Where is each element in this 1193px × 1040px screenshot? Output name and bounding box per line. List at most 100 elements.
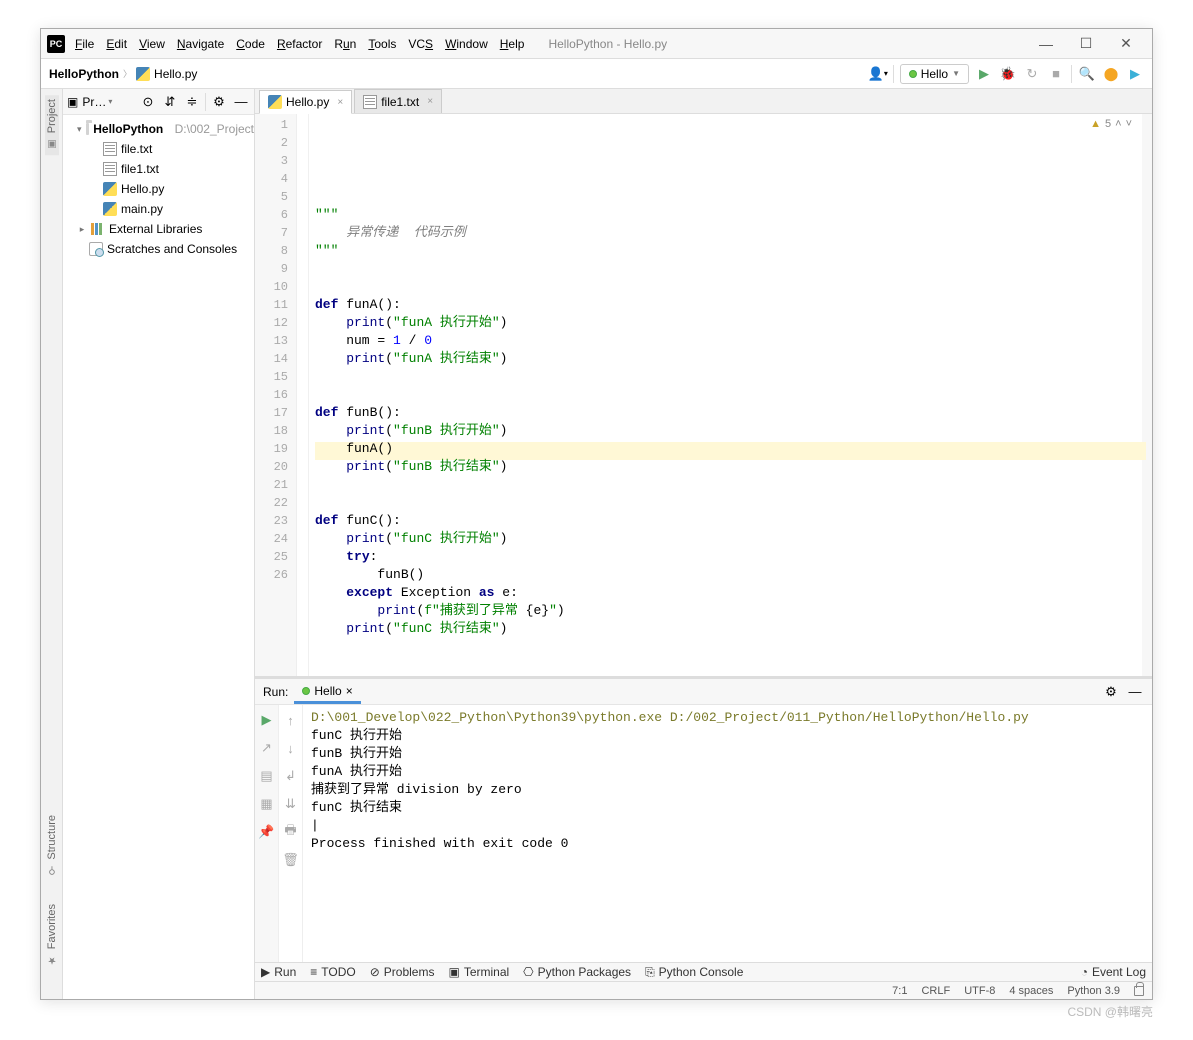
tab-file1-txt[interactable]: file1.txt× xyxy=(354,89,442,113)
bottom-tab-todo[interactable]: ≡TODO xyxy=(310,965,355,979)
tree-item-file-txt[interactable]: file.txt xyxy=(63,139,254,159)
menu-view[interactable]: View xyxy=(139,37,165,51)
tree-scratches[interactable]: Scratches and Consoles xyxy=(63,239,254,259)
text-file-icon xyxy=(103,142,117,156)
menu-vcs[interactable]: VCS xyxy=(408,37,433,51)
python-file-icon xyxy=(268,95,282,109)
pin-icon[interactable]: 📌 xyxy=(258,823,276,841)
folder-icon xyxy=(86,123,90,135)
breadcrumb-file[interactable]: Hello.py xyxy=(154,67,197,81)
encoding[interactable]: UTF-8 xyxy=(964,985,995,997)
breadcrumb[interactable]: HelloPython 〉 Hello.py xyxy=(49,67,197,81)
scratches-icon xyxy=(89,242,103,256)
close-tab-icon[interactable]: × xyxy=(337,97,343,108)
layout2-icon[interactable]: ▦ xyxy=(258,795,276,813)
inspections-widget[interactable]: ▲ 5 ˄ ˅ xyxy=(1090,118,1132,130)
bottom-tab-python-packages[interactable]: ⎔Python Packages xyxy=(523,965,631,979)
softwrap-icon[interactable]: ↲ xyxy=(282,767,300,785)
breadcrumb-project[interactable]: HelloPython xyxy=(49,67,119,81)
gear-icon[interactable]: ⚙ xyxy=(210,93,228,111)
todo-icon: ≡ xyxy=(310,965,317,979)
close-tab-icon[interactable]: × xyxy=(346,684,353,698)
project-panel-header: ▣ Pr…▾ ⊙ ⇵ ≑ ⚙ — xyxy=(63,89,254,115)
menu-edit[interactable]: Edit xyxy=(106,37,127,51)
bottom-tab-terminal[interactable]: ▣Terminal xyxy=(448,965,509,979)
expand-icon[interactable]: ⇵ xyxy=(161,93,179,111)
rerun-button[interactable]: ▶ xyxy=(258,711,276,729)
menu-code[interactable]: Code xyxy=(236,37,265,51)
bottom-tab-python-console[interactable]: ⎘Python Console xyxy=(645,965,743,980)
green-dot-icon xyxy=(909,70,917,78)
coverage-button[interactable]: ↻ xyxy=(1023,65,1041,83)
interpreter[interactable]: Python 3.9 xyxy=(1067,985,1120,997)
minimize-button[interactable]: — xyxy=(1026,30,1066,58)
lock-icon[interactable] xyxy=(1134,986,1144,996)
watermark: CSDN @韩曙亮 xyxy=(1067,1003,1153,1020)
menu-file[interactable]: File xyxy=(75,37,94,51)
close-button[interactable]: ✕ xyxy=(1106,30,1146,58)
scroll-icon[interactable]: ⇊ xyxy=(282,795,300,813)
caret-position[interactable]: 7:1 xyxy=(892,985,907,997)
layout-icon[interactable]: ▤ xyxy=(258,767,276,785)
code-content[interactable]: """ 异常传递 代码示例"""def funA(): print("funA … xyxy=(309,114,1152,676)
rail-tab-structure[interactable]: ⚲Structure xyxy=(45,811,59,882)
down-icon[interactable]: ↓ xyxy=(282,739,300,757)
status-bar: 7:1 CRLF UTF-8 4 spaces Python 3.9 xyxy=(255,981,1152,999)
tab-hello-py[interactable]: Hello.py× xyxy=(259,90,352,114)
problems-icon: ⊘ xyxy=(370,965,380,979)
menu-navigate[interactable]: Navigate xyxy=(177,37,224,51)
locate-icon[interactable]: ⊙ xyxy=(139,93,157,111)
search-icon[interactable]: 🔍 xyxy=(1078,65,1096,83)
menu-refactor[interactable]: Refactor xyxy=(277,37,322,51)
project-panel-label[interactable]: Pr…▾ xyxy=(82,95,112,109)
hide-panel-icon[interactable]: — xyxy=(1126,683,1144,701)
editor-tabs: Hello.py× file1.txt× xyxy=(255,89,1152,114)
console-output[interactable]: D:\001_Develop\022_Python\Python39\pytho… xyxy=(303,705,1152,962)
tree-item-file1-txt[interactable]: file1.txt xyxy=(63,159,254,179)
separator xyxy=(205,93,206,111)
app-logo-icon: PC xyxy=(47,35,65,53)
indent[interactable]: 4 spaces xyxy=(1009,985,1053,997)
tree-external-libs[interactable]: ▸ External Libraries xyxy=(63,219,254,239)
debug-button[interactable]: 🐞 xyxy=(999,65,1017,83)
project-icon: ▣ xyxy=(45,137,59,151)
tree-item-main-py[interactable]: main.py xyxy=(63,199,254,219)
run-anything-icon[interactable]: ▶ xyxy=(1126,65,1144,83)
rail-tab-favorites[interactable]: ★Favorites xyxy=(45,900,59,971)
chevron-down-icon[interactable]: ˅ xyxy=(1126,118,1132,130)
line-ending[interactable]: CRLF xyxy=(921,985,950,997)
structure-icon: ⚲ xyxy=(45,864,59,878)
collapse-icon[interactable]: ≑ xyxy=(183,93,201,111)
up-icon[interactable]: ↑ xyxy=(282,711,300,729)
menu-help[interactable]: Help xyxy=(500,37,525,51)
bottom-tab-problems[interactable]: ⊘Problems xyxy=(370,965,435,979)
hide-panel-icon[interactable]: — xyxy=(232,93,250,111)
bottom-tab-event-log[interactable]: ◔Event Log xyxy=(1081,965,1146,979)
expand-toggle-icon[interactable]: ▾ xyxy=(77,124,82,135)
stop-button[interactable]: ↗ xyxy=(258,739,276,757)
trash-icon[interactable]: 🗑 xyxy=(282,851,300,869)
expand-toggle-icon[interactable]: ▸ xyxy=(77,224,87,235)
bottom-tab-run[interactable]: ▶Run xyxy=(261,965,296,979)
menu-tools[interactable]: Tools xyxy=(368,37,396,51)
menu-window[interactable]: Window xyxy=(445,37,488,51)
fold-column xyxy=(297,114,309,676)
code-editor[interactable]: 1234567891011121314151617181920212223242… xyxy=(255,114,1152,676)
tree-root[interactable]: ▾ HelloPython D:\002_Project xyxy=(63,119,254,139)
print-icon[interactable]: 🖶 xyxy=(282,823,300,841)
run-tab-hello[interactable]: Hello× xyxy=(294,680,360,704)
gear-icon[interactable]: ⚙ xyxy=(1102,683,1120,701)
update-icon[interactable]: ⬤ xyxy=(1102,65,1120,83)
chevron-down-icon: ▾ xyxy=(108,97,112,106)
run-config-dropdown[interactable]: Hello ▼ xyxy=(900,64,969,84)
menubar: File Edit View Navigate Code Refactor Ru… xyxy=(75,37,524,51)
menu-run[interactable]: Run xyxy=(334,37,356,51)
close-tab-icon[interactable]: × xyxy=(427,96,433,107)
user-icon[interactable]: 👤▾ xyxy=(869,65,887,83)
run-button[interactable]: ▶ xyxy=(975,65,993,83)
tree-item-hello-py[interactable]: Hello.py xyxy=(63,179,254,199)
stop-button[interactable]: ■ xyxy=(1047,65,1065,83)
maximize-button[interactable]: ☐ xyxy=(1066,30,1106,58)
rail-tab-project[interactable]: ▣Project xyxy=(45,95,59,155)
chevron-up-icon[interactable]: ˄ xyxy=(1115,118,1121,130)
